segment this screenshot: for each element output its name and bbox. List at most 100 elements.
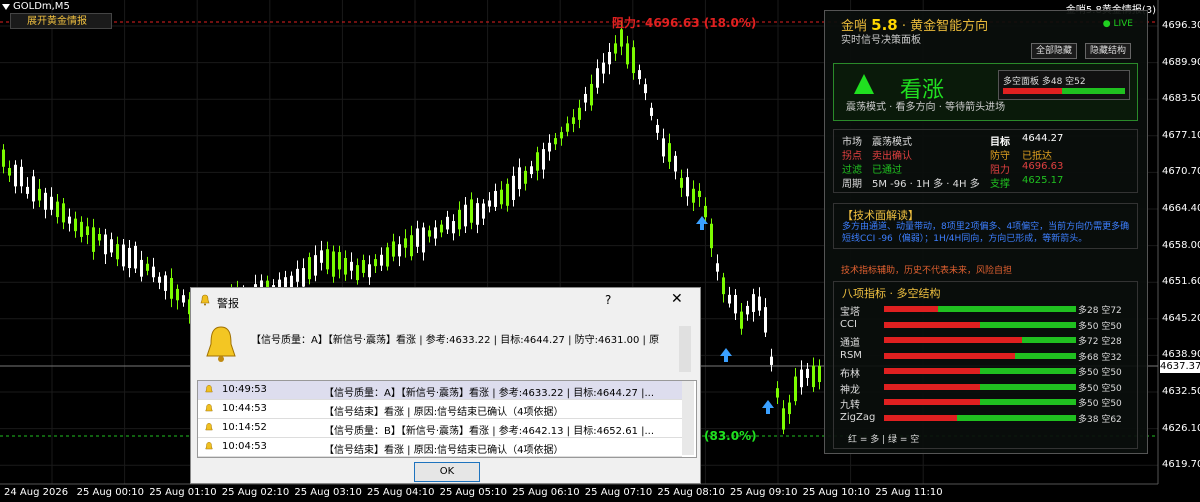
candle-body xyxy=(536,152,539,171)
candle-body xyxy=(596,68,599,88)
candle-body xyxy=(356,265,359,281)
alert-history-row[interactable]: 10:04:53 【信号结束】看涨 | 原因:信号结束已确认（4项依据） xyxy=(198,438,682,457)
price-tick: 4632.50 xyxy=(1162,386,1200,397)
message-scrollbar[interactable] xyxy=(679,326,691,372)
alert-history-row[interactable]: 10:49:53 【信号质量：A】【新信号·震荡】看涨 | 参考:4633.22… xyxy=(198,381,682,400)
candle-body xyxy=(98,233,101,241)
time-tick: 25 Aug 02:10 xyxy=(221,487,290,498)
hide-all-button[interactable]: 全部隐藏 xyxy=(1031,43,1078,59)
help-button[interactable]: ? xyxy=(605,293,611,307)
candle-body xyxy=(380,254,383,266)
candle-body xyxy=(158,276,161,283)
resist-key: 阻力 xyxy=(990,165,1010,176)
candle-body xyxy=(170,277,173,299)
candle-body xyxy=(44,192,47,210)
candle-body xyxy=(392,241,395,257)
tech-text: 多方由通道、动量带动，8项里2项偏多、4项偏空，当前方向仍需更多确 短线CCI … xyxy=(842,222,1130,244)
indicator-value: 多38 空62 xyxy=(1078,414,1122,425)
market-key: 市场 xyxy=(842,137,862,148)
indicator-value: 多72 空28 xyxy=(1078,337,1122,347)
candle-body xyxy=(776,388,779,398)
candle-body xyxy=(734,294,737,314)
indicator-long-fill xyxy=(884,399,980,405)
candle-body xyxy=(650,107,653,116)
candle-body xyxy=(8,168,11,176)
candle-body xyxy=(614,43,617,54)
candle-body xyxy=(146,263,149,271)
bell-icon xyxy=(200,294,210,306)
candle-body xyxy=(80,221,83,237)
expand-gold-info-button[interactable]: 展开黄金情报 xyxy=(10,13,112,29)
candle-body xyxy=(548,142,551,152)
resistance-label: 阻力: 4696.63 (18.0%) xyxy=(612,16,757,30)
price-tick: 4670.70 xyxy=(1162,166,1200,178)
indicator-name: 神龙 xyxy=(840,384,860,396)
candle-body xyxy=(758,296,761,311)
alert-text: 【信号结束】看涨 | 原因:信号结束已确认（4项依据） xyxy=(324,407,564,418)
target-value: 4644.27 xyxy=(1022,133,1064,144)
candle-body xyxy=(428,230,431,237)
indicator-value: 多68 空32 xyxy=(1078,352,1122,363)
price-tick: 4651.60 xyxy=(1162,276,1200,288)
candle-body xyxy=(566,123,569,132)
bell-icon xyxy=(205,442,213,450)
indicator-footer: 红 = 多 | 绿 = 空 xyxy=(848,435,920,445)
candle-body xyxy=(26,186,29,194)
candle-body xyxy=(500,189,503,205)
filter-value: 已通过 xyxy=(872,165,902,176)
indicator-header: 八项指标 · 多空结构 xyxy=(842,287,941,300)
indicator-name: CCI xyxy=(840,318,857,330)
indicator-long-fill xyxy=(884,383,980,390)
info-grid: 市场 震荡模式 目标 4644.27 拐点 卖出确认 防守 已抵达 过滤 已通过… xyxy=(833,129,1138,193)
candle-body xyxy=(140,259,143,277)
candle-body xyxy=(68,216,71,224)
candle-body xyxy=(20,166,23,187)
indicator-row: CCI 多50 空50 xyxy=(840,319,1136,332)
list-scrollbar[interactable] xyxy=(682,381,694,455)
candle-body xyxy=(680,177,683,188)
candle-body xyxy=(644,84,647,94)
dropdown-triangle-icon[interactable] xyxy=(2,3,10,10)
alert-history-row[interactable]: 10:14:52 【信号质量：B】【新信号·震荡】看涨 | 参考:4642.13… xyxy=(198,419,682,438)
target-key: 目标 xyxy=(990,137,1010,148)
indicator-bar xyxy=(884,306,1076,312)
candle-body xyxy=(590,83,593,106)
balance-bar xyxy=(1003,88,1125,94)
candle-body xyxy=(800,369,803,388)
bell-icon xyxy=(205,385,213,393)
time-tick: 25 Aug 07:10 xyxy=(584,487,653,498)
indicator-value: 多50 空50 xyxy=(1078,368,1122,378)
candle-body xyxy=(488,200,491,207)
time-tick: 25 Aug 06:10 xyxy=(512,487,580,498)
price-tick: 4689.90 xyxy=(1162,56,1200,68)
buy-arrow-icon xyxy=(762,400,774,414)
indicator-long-fill xyxy=(884,321,980,328)
candle-body xyxy=(32,176,35,202)
indicator-long-fill xyxy=(884,414,957,421)
panel-subtitle: 实时信号决策面板 xyxy=(841,35,921,46)
candle-body xyxy=(446,216,449,230)
candle-body xyxy=(176,288,179,301)
candle-body xyxy=(704,205,707,218)
alert-history-row[interactable]: 10:44:53 【信号结束】看涨 | 原因:信号结束已确认（4项依据） xyxy=(198,400,682,419)
indicator-row: 神龙 多50 空50 xyxy=(840,381,1136,396)
ok-button[interactable]: OK xyxy=(414,462,480,482)
candle-body xyxy=(638,70,641,80)
indicator-row: 通道 多72 空28 xyxy=(840,334,1136,349)
indicator-value: 多50 空50 xyxy=(1078,383,1122,394)
candle-body xyxy=(416,228,419,247)
candle-body xyxy=(698,190,701,198)
bell-icon xyxy=(205,404,213,412)
bell-icon xyxy=(205,423,213,431)
candle-body xyxy=(104,234,107,255)
candle-body xyxy=(182,295,185,303)
candle-body xyxy=(692,188,695,203)
alert-time: 10:44:53 xyxy=(222,403,267,414)
close-button[interactable]: ✕ xyxy=(671,291,683,307)
alert-history-list[interactable]: 10:49:53 【信号质量：A】【新信号·震荡】看涨 | 参考:4633.22… xyxy=(197,380,697,458)
alert-time: 10:49:53 xyxy=(222,384,267,395)
hide-structure-button[interactable]: 隐藏结构 xyxy=(1085,43,1132,59)
current-price-tag: 4637.37 xyxy=(1160,360,1200,373)
candle-body xyxy=(794,376,797,402)
candle-body xyxy=(86,226,89,236)
